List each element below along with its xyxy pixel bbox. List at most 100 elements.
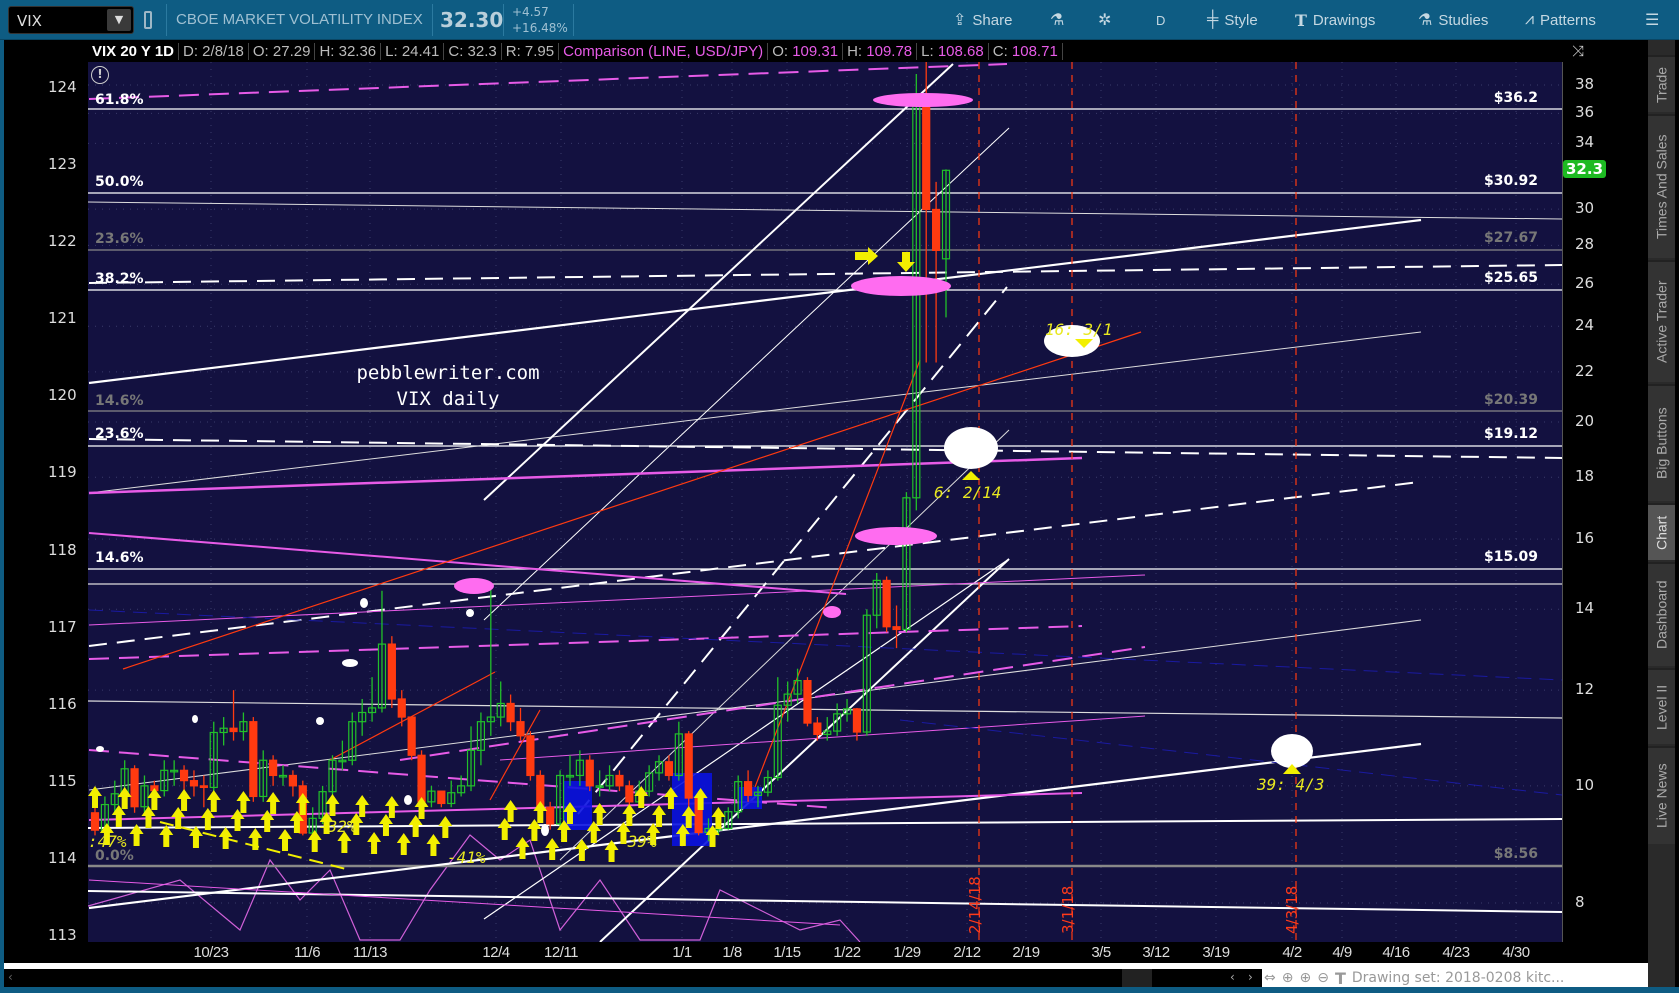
time-axis-tick: 4/9 bbox=[1332, 944, 1352, 961]
candle bbox=[892, 605, 901, 649]
candle-body bbox=[664, 761, 674, 777]
fib-value: $25.65 bbox=[1483, 270, 1538, 286]
symbol-selector[interactable]: VIX ▼ bbox=[8, 6, 134, 34]
fib-value: $30.92 bbox=[1483, 173, 1538, 189]
last-price: 32.30 bbox=[440, 8, 504, 32]
scroll-left-icon[interactable]: ‹ bbox=[8, 970, 13, 984]
time-axis-tick: 12/4 bbox=[482, 944, 510, 961]
sidebar-tab-dashboard[interactable]: Dashboard bbox=[1648, 562, 1675, 666]
candle bbox=[348, 712, 357, 766]
candle bbox=[140, 775, 149, 813]
left-axis-tick: 115 bbox=[48, 771, 77, 790]
candle bbox=[447, 780, 456, 808]
sidebar-tab-chart[interactable]: Chart bbox=[1648, 503, 1675, 560]
arrow-up-icon bbox=[177, 789, 192, 811]
drawings-button[interactable]: T Drawings bbox=[1295, 0, 1375, 40]
fib-retracement-lines bbox=[88, 108, 1562, 868]
settings-button[interactable]: ✲ bbox=[1098, 0, 1111, 40]
bar-range: R: 7.95 bbox=[502, 42, 560, 60]
right-axis-tick: 38 bbox=[1575, 75, 1595, 93]
sidebar-tab-live-news[interactable]: Live News bbox=[1648, 746, 1675, 844]
fib-label: 14.6% bbox=[95, 550, 144, 566]
drawing-tool-toggle-icon[interactable]: ⤨ bbox=[1568, 43, 1588, 60]
candle bbox=[160, 760, 169, 797]
arrow-up-icon bbox=[396, 833, 411, 855]
chevron-down-icon[interactable]: ▼ bbox=[107, 9, 131, 31]
cmp-open: O: 109.31 bbox=[768, 42, 844, 60]
candle-body bbox=[743, 781, 753, 796]
symbol-input[interactable]: VIX bbox=[17, 12, 42, 30]
candle bbox=[872, 572, 881, 629]
horizontal-scrollbar[interactable]: ‹ ‹ › bbox=[4, 969, 1259, 987]
price-chart[interactable]: 61.8% 50.0% 23.6% 38.2% 14.6% 23.6% 14.6… bbox=[88, 62, 1562, 942]
candle bbox=[466, 726, 476, 792]
sidebar-tab-big-buttons[interactable]: Big Buttons bbox=[1648, 384, 1675, 501]
projection-date-label: 3/1/18 bbox=[1059, 885, 1077, 934]
left-price-axis: 124 123 122 121 120 119 118 117 116 115 114 113 bbox=[4, 62, 88, 944]
candle bbox=[615, 770, 624, 792]
chart-canvas[interactable] bbox=[88, 62, 1562, 942]
sidebar-tab-trade[interactable]: Trade bbox=[1648, 55, 1675, 112]
right-axis-tick: 20 bbox=[1575, 411, 1595, 430]
bar-close: C: 32.3 bbox=[444, 42, 502, 60]
candle bbox=[833, 703, 842, 736]
watermark-site: pebblewriter.com bbox=[356, 362, 540, 384]
aggregation-button[interactable]: D bbox=[1156, 0, 1165, 40]
link-icon[interactable] bbox=[144, 11, 152, 29]
candle bbox=[170, 760, 179, 786]
sidebar-tab-times-and-sales[interactable]: Times And Sales bbox=[1648, 114, 1675, 258]
comparison-label[interactable]: Comparison (LINE, USD/JPY) bbox=[559, 42, 769, 60]
scroll-left-icon[interactable]: ‹ bbox=[1230, 970, 1235, 984]
crosshair-icon[interactable]: ⊕ bbox=[1282, 970, 1294, 986]
divider bbox=[166, 4, 167, 36]
drawing-set-label[interactable]: Drawing set: 2018-0208 kitc... bbox=[1352, 970, 1565, 986]
trend-lines bbox=[88, 63, 1562, 942]
right-axis-tick: 34 bbox=[1575, 133, 1595, 152]
time-projection-lines bbox=[978, 62, 1297, 942]
chart-tools: ⇔ ⊕ ⊕ ⊖ T Drawing set: 2018-0208 kitc... bbox=[1262, 969, 1648, 987]
candle-body bbox=[189, 780, 199, 787]
candle bbox=[922, 62, 931, 363]
candle bbox=[288, 770, 298, 797]
zoom-out-icon[interactable]: ⊖ bbox=[1317, 970, 1329, 986]
flask-button[interactable]: ⚗ bbox=[1050, 0, 1064, 40]
candle-body bbox=[417, 754, 426, 803]
candle bbox=[664, 755, 674, 781]
text-tool-icon[interactable]: T bbox=[1335, 969, 1346, 987]
candle bbox=[249, 717, 258, 802]
sidebar-tab-level-ii[interactable]: Level II bbox=[1648, 668, 1675, 744]
flask-icon: ⚗ bbox=[1050, 12, 1065, 29]
time-axis-tick: 3/19 bbox=[1202, 944, 1230, 961]
candle bbox=[269, 755, 278, 786]
candle bbox=[674, 721, 683, 781]
alert-icon[interactable]: ! bbox=[91, 66, 109, 84]
candle-body bbox=[229, 727, 238, 733]
chart-info-bar: VIX 20 Y 1D D: 2/8/18 O: 27.29 H: 32.36 … bbox=[88, 40, 1648, 62]
time-axis-tick: 1/15 bbox=[773, 944, 801, 961]
candle bbox=[476, 712, 486, 766]
scroll-right-icon[interactable]: › bbox=[1248, 970, 1253, 984]
patterns-button[interactable]: ⩘ Patterns bbox=[1525, 0, 1596, 40]
share-button[interactable]: ⇪ Share bbox=[953, 0, 1012, 40]
cmp-close: C: 108.71 bbox=[989, 42, 1063, 60]
style-button[interactable]: ╪ Style bbox=[1207, 0, 1258, 40]
time-axis-tick: 1/1 bbox=[672, 944, 692, 961]
divider bbox=[503, 4, 504, 36]
fib-value: $8.56 bbox=[1493, 846, 1538, 862]
menu-button[interactable]: ☰ bbox=[1645, 0, 1659, 40]
style-label: Style bbox=[1224, 11, 1258, 29]
pan-icon[interactable]: ⇔ bbox=[1264, 970, 1276, 986]
candle bbox=[259, 750, 268, 802]
candle-body bbox=[437, 790, 446, 805]
patterns-label: Patterns bbox=[1540, 11, 1596, 29]
zoom-in-icon[interactable]: ⊕ bbox=[1299, 970, 1311, 986]
studies-button[interactable]: ⚗ Studies bbox=[1418, 0, 1488, 40]
fib-value: $19.12 bbox=[1483, 426, 1538, 442]
sidebar-tab-active-trader[interactable]: Active Trader bbox=[1648, 260, 1675, 382]
left-axis-tick: 122 bbox=[48, 232, 77, 251]
time-axis-tick: 12/11 bbox=[544, 944, 578, 961]
target-label: 39: 4/3 bbox=[1257, 775, 1325, 794]
left-axis-tick: 113 bbox=[48, 926, 77, 944]
scrollbar-thumb[interactable] bbox=[1122, 969, 1152, 987]
left-axis-tick: 120 bbox=[48, 386, 77, 405]
